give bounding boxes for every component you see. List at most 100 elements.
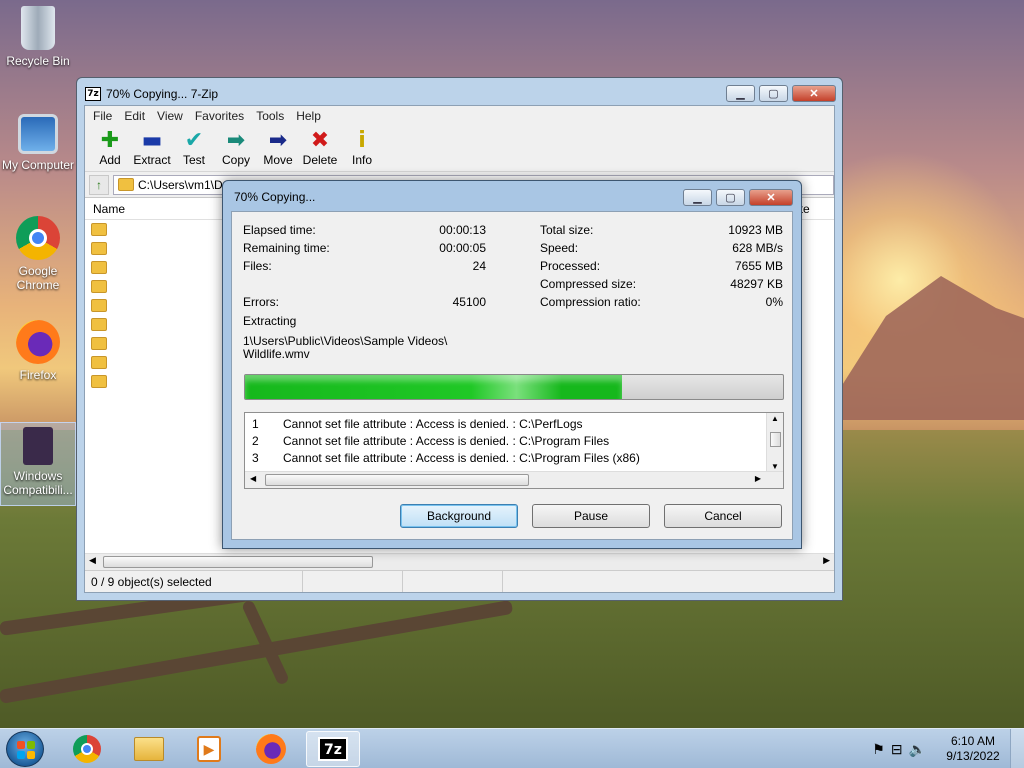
folder-icon: [91, 318, 107, 331]
cancel-button[interactable]: Cancel: [664, 504, 782, 528]
total-size-value: 10923 MB: [728, 223, 783, 237]
menu-tools[interactable]: Tools: [250, 106, 290, 126]
move-label: Move: [263, 153, 293, 167]
desktop-icon-my-computer[interactable]: My Computer: [0, 114, 76, 172]
taskbar-file-explorer[interactable]: [122, 731, 176, 767]
clock[interactable]: 6:10 AM 9/13/2022: [936, 734, 1010, 764]
desktop-icon-label: My Computer: [1, 158, 75, 172]
info-button[interactable]: i Info: [341, 126, 383, 171]
delete-button[interactable]: ✖ Delete: [299, 126, 341, 171]
dialog-close-button[interactable]: ✕: [749, 189, 793, 206]
horizontal-scrollbar[interactable]: ◀ ▶: [85, 553, 834, 570]
windows-logo-icon: [17, 741, 35, 759]
add-label: Add: [99, 153, 121, 167]
maximize-icon: ▢: [768, 88, 779, 100]
close-button[interactable]: ✕: [792, 85, 836, 102]
up-arrow-icon: ↑: [96, 177, 102, 192]
volume-icon[interactable]: 🔈: [909, 741, 926, 758]
media-player-icon: ▶: [197, 736, 221, 762]
log-row[interactable]: 3 Cannot set file attribute : Access is …: [245, 449, 783, 466]
menu-favorites[interactable]: Favorites: [189, 106, 250, 126]
folder-icon: [134, 737, 164, 761]
scrollbar-thumb[interactable]: [265, 474, 529, 486]
start-button[interactable]: [6, 731, 44, 767]
status-selected: 0 / 9 object(s) selected: [85, 571, 303, 592]
pause-button[interactable]: Pause: [532, 504, 650, 528]
menu-help[interactable]: Help: [290, 106, 327, 126]
scroll-down-icon[interactable]: ▼: [771, 462, 779, 471]
current-path-line2: Wildlife.wmv: [243, 347, 310, 361]
taskbar-media-player[interactable]: ▶: [182, 731, 236, 767]
desktop-icon-recycle-bin[interactable]: Recycle Bin: [0, 6, 76, 68]
info-label: Info: [351, 153, 372, 167]
errors-value: 45100: [452, 295, 486, 309]
clock-date: 9/13/2022: [946, 749, 1000, 763]
delete-x-icon: ✖: [310, 128, 330, 153]
toolbar: ✚ Add ▬ Extract ✔ Test ➡ Copy ➡ Move ✖ Delete …: [85, 126, 834, 172]
scrollbar-thumb[interactable]: [770, 432, 781, 447]
taskbar-firefox[interactable]: [244, 731, 298, 767]
7zip-icon: 7z: [318, 737, 348, 761]
taskbar-7zip[interactable]: 7z: [306, 731, 360, 767]
maximize-icon: ▢: [725, 192, 736, 204]
operation-label: Extracting: [243, 314, 297, 328]
log-horizontal-scrollbar[interactable]: ◀ ▶: [245, 471, 783, 488]
maximize-button[interactable]: ▢: [759, 85, 788, 102]
close-icon: ✕: [766, 192, 776, 204]
remaining-time-label: Remaining time:: [243, 241, 330, 255]
program-icon: [23, 427, 53, 465]
log-row[interactable]: 2 Cannot set file attribute : Access is …: [245, 432, 783, 449]
error-log-list[interactable]: 1 Cannot set file attribute : Access is …: [244, 412, 784, 489]
dialog-minimize-button[interactable]: ▁: [683, 189, 712, 206]
compressed-size-label: Compressed size:: [540, 277, 637, 291]
extract-button[interactable]: ▬ Extract: [131, 126, 173, 171]
compressed-size-value: 48297 KB: [730, 277, 783, 291]
action-center-icon[interactable]: ⚑: [872, 741, 885, 758]
desktop-icon-label: Recycle Bin: [6, 54, 70, 68]
up-folder-button[interactable]: ↑: [89, 174, 109, 195]
test-button[interactable]: ✔ Test: [173, 126, 215, 171]
copy-button[interactable]: ➡ Copy: [215, 126, 257, 171]
minimize-button[interactable]: ▁: [726, 85, 755, 102]
background-button[interactable]: Background: [400, 504, 518, 528]
log-row-number: 1: [252, 416, 259, 431]
desktop-icon-google-chrome[interactable]: Google Chrome: [0, 216, 76, 292]
taskbar-chrome[interactable]: [60, 731, 114, 767]
status-cell: [503, 571, 834, 592]
move-button[interactable]: ➡ Move: [257, 126, 299, 171]
compression-ratio-value: 0%: [765, 295, 783, 309]
scroll-left-icon[interactable]: ◀: [250, 474, 256, 483]
scroll-left-icon[interactable]: ◀: [89, 555, 96, 566]
recycle-bin-icon: [21, 6, 55, 50]
scroll-right-icon[interactable]: ▶: [823, 555, 830, 566]
network-icon[interactable]: ⊟: [891, 741, 903, 758]
desktop-icon-firefox[interactable]: Firefox: [0, 320, 76, 382]
compression-ratio-label: Compression ratio:: [540, 295, 641, 309]
desktop-icon-label: Firefox: [19, 368, 57, 382]
menu-file[interactable]: File: [87, 106, 118, 126]
move-arrow-icon: ➡: [268, 128, 288, 153]
folder-icon: [91, 356, 107, 369]
dialog-maximize-button[interactable]: ▢: [716, 189, 745, 206]
log-row-number: 2: [252, 433, 259, 448]
desktop-icon-windows-compatibility[interactable]: Windows Compatibili...: [0, 422, 76, 506]
menu-view[interactable]: View: [151, 106, 189, 126]
log-row[interactable]: 1 Cannot set file attribute : Access is …: [245, 415, 783, 432]
folder-icon: [91, 242, 107, 255]
files-value: 24: [472, 259, 486, 273]
desktop-icon-label: Google Chrome: [16, 264, 60, 292]
desktop-icon-label: Windows Compatibili...: [3, 469, 73, 497]
scrollbar-thumb[interactable]: [103, 556, 373, 568]
show-desktop-button[interactable]: [1010, 729, 1024, 768]
add-button[interactable]: ✚ Add: [89, 126, 131, 171]
clock-time: 6:10 AM: [950, 734, 996, 748]
minimize-icon: ▁: [736, 88, 745, 100]
log-vertical-scrollbar[interactable]: ▲ ▼: [766, 413, 783, 472]
dialog-window-controls: ▁ ▢ ✕: [683, 189, 793, 206]
test-label: Test: [182, 153, 205, 167]
scroll-up-icon[interactable]: ▲: [771, 414, 779, 423]
menu-edit[interactable]: Edit: [118, 106, 151, 126]
chrome-icon: [73, 735, 101, 763]
folder-icon: [91, 223, 107, 236]
scroll-right-icon[interactable]: ▶: [755, 474, 761, 483]
